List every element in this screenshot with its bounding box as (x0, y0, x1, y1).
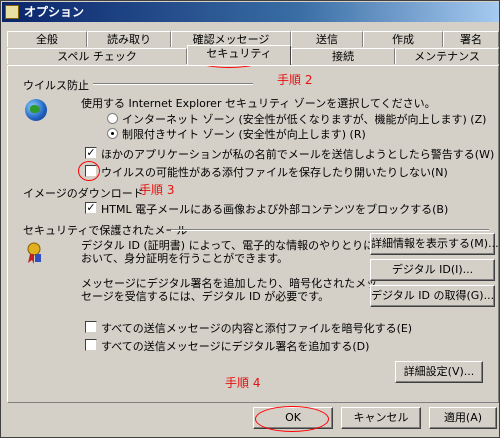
digital-id-button[interactable]: デジタル ID(I)... (370, 259, 495, 281)
sign-all-checkbox[interactable] (85, 339, 97, 351)
window-title: オプション (24, 5, 85, 19)
warn-send-label[interactable]: ほかのアプリケーションが私の名前でメールを送信しようとしたら警告する(W) (101, 146, 494, 162)
tab-security[interactable]: セキュリティ (187, 45, 291, 65)
tab-spelling[interactable]: スペル チェック (7, 48, 187, 64)
tab-maintenance[interactable]: メンテナンス (395, 48, 499, 64)
more-info-button[interactable]: 詳細情報を表示する(M)... (370, 233, 499, 255)
internet-zone-label[interactable]: インターネット ゾーン (安全性が低くなりますが、機能が向上します) (Z) (122, 111, 486, 127)
tab-signatures[interactable]: 署名 (443, 31, 499, 47)
app-icon (5, 5, 19, 19)
apply-button[interactable]: 適用(A) (429, 407, 497, 429)
step4-highlight (255, 406, 329, 432)
block-images-checkbox[interactable]: ✓ (85, 202, 97, 214)
internet-zone-radio[interactable] (107, 113, 118, 124)
step3-label: 手順 3 (139, 183, 175, 197)
globe-icon (25, 99, 47, 121)
get-digital-id-button[interactable]: デジタル ID の取得(G)... (370, 285, 495, 307)
images-section-title: イメージのダウンロード (23, 187, 144, 200)
warn-send-checkbox[interactable]: ✓ (85, 147, 97, 159)
options-dialog: オプション 全般 読み取り 確認メッセージ 送信 作成 署名 スペル チェック … (0, 0, 500, 438)
block-images-label[interactable]: HTML 電子メールにある画像および外部コンテンツをブロックする(B) (101, 201, 448, 217)
encrypt-all-label[interactable]: すべての送信メッセージの内容と添付ファイルを暗号化する(E) (101, 320, 412, 336)
encrypt-all-checkbox[interactable] (85, 321, 97, 333)
step3-highlight (78, 161, 100, 181)
tab-send[interactable]: 送信 (291, 31, 363, 47)
sign-all-label[interactable]: すべての送信メッセージにデジタル署名を追加する(D) (101, 338, 369, 354)
restricted-zone-radio[interactable] (107, 128, 118, 139)
secure-mail-section-title: セキュリティで保護されたメール (23, 224, 188, 237)
block-attachments-label[interactable]: ウイルスの可能性がある添付ファイルを保存したり開いたりしない(N) (101, 164, 448, 180)
title-bar: オプション (2, 2, 499, 22)
zone-prompt: 使用する Internet Explorer セキュリティ ゾーンを選択してくだ… (81, 97, 436, 110)
tab-compose[interactable]: 作成 (363, 31, 443, 47)
step4-label: 手順 4 (225, 376, 261, 390)
certificate-icon (25, 241, 43, 265)
virus-section-title: ウイルス防止 (23, 79, 89, 92)
tab-read[interactable]: 読み取り (87, 31, 171, 47)
virus-separator (93, 83, 253, 85)
tab-general[interactable]: 全般 (7, 31, 87, 47)
cancel-button[interactable]: キャンセル (341, 407, 421, 429)
tab-connection[interactable]: 接続 (291, 48, 395, 64)
signing-desc-line2: セージを受信するには、デジタル ID が必要です。 (81, 290, 330, 303)
secure-mail-separator (171, 229, 489, 231)
advanced-button[interactable]: 詳細設定(V)... (395, 361, 483, 383)
digital-id-desc-line2: おいて、身分証明を行うことができます。 (81, 252, 289, 265)
restricted-zone-label[interactable]: 制限付きサイト ゾーン (安全性が向上します) (R) (122, 126, 366, 142)
